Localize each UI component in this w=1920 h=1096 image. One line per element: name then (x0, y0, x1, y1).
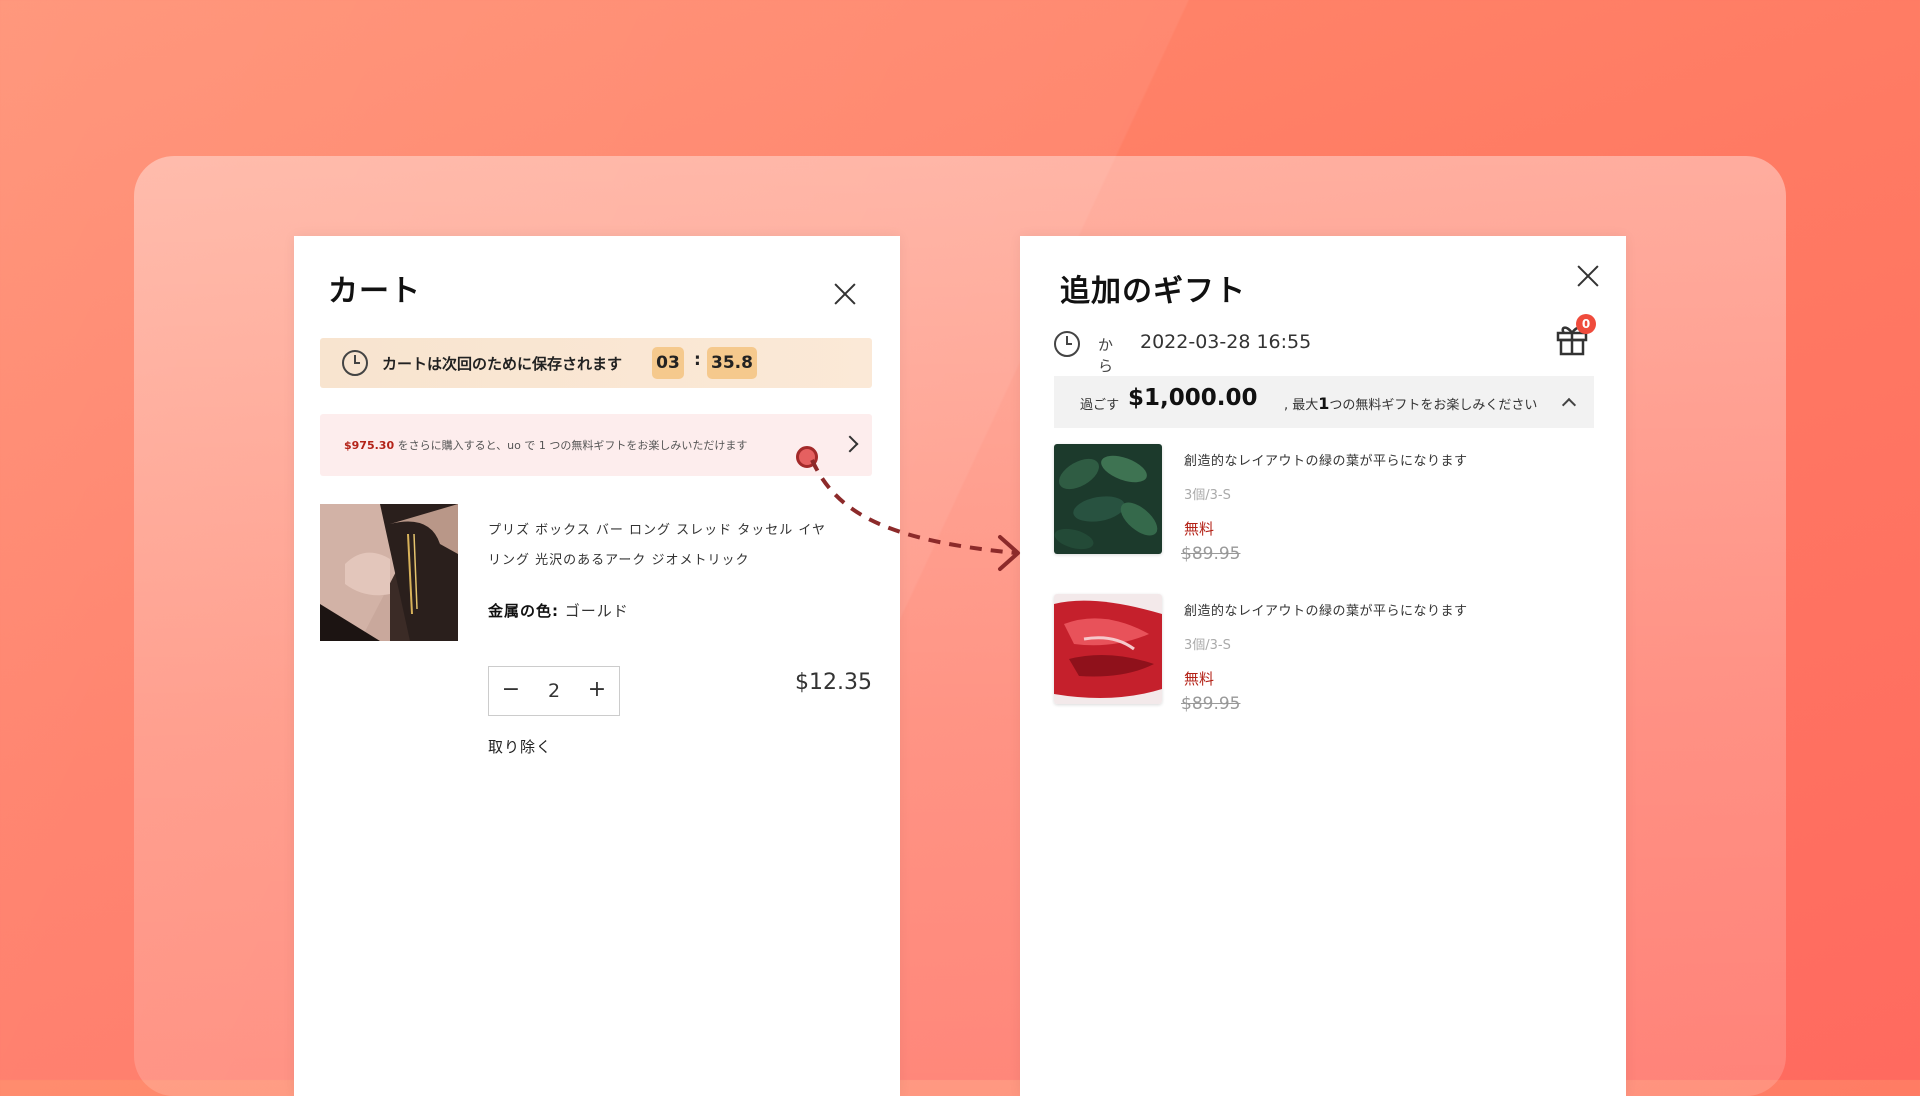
chevron-right-icon[interactable] (841, 435, 859, 453)
spend-message: , 最大1つの無料ギフトをお楽しみください (1284, 394, 1537, 413)
cart-title: カート (328, 274, 421, 309)
cart-panel: カート カートは次回のために保存されます 03 : 35.8 $975.30 を… (294, 236, 900, 1096)
gift-variant: 3個/3-S (1184, 638, 1231, 653)
gift-original-price: $89.95 (1181, 544, 1241, 564)
gift-price: 無料 (1184, 520, 1215, 538)
spend-threshold-bar[interactable]: 過ごす $1,000.00 , 最大1つの無料ギフトをお楽しみください (1054, 376, 1594, 428)
spend-prefix: 最大 (1288, 398, 1319, 413)
product-name[interactable]: プリズ ボックス バー ロング スレッド タッセル イヤリング 光沢のあるアーク… (488, 516, 828, 576)
gift-image (1054, 444, 1162, 554)
promo-amount: $975.30 (344, 439, 395, 452)
gift-item[interactable]: 創造的なレイアウトの緑の葉が平らになります 3個/3-S 無料 $89.95 (1054, 444, 1594, 574)
spend-max: 1 (1318, 394, 1330, 413)
gifts-title: 追加のギフト (1060, 274, 1246, 309)
quantity-stepper[interactable]: − 2 + (488, 666, 620, 716)
gift-item[interactable]: 創造的なレイアウトの緑の葉が平らになります 3個/3-S 無料 $89.95 (1054, 594, 1594, 724)
timer-text: カートは次回のために保存されます (382, 355, 623, 373)
timer-minutes: 03 (652, 347, 684, 379)
close-icon[interactable] (1574, 262, 1602, 290)
promo-marker-dot (796, 446, 818, 468)
gift-price: 無料 (1184, 670, 1215, 688)
gifts-panel: 追加のギフト から 2022-03-28 16:55 0 過ごす $1,000.… (1020, 236, 1626, 1096)
product-image (320, 504, 458, 641)
clock-icon (1054, 331, 1080, 357)
gift-count-badge: 0 (1576, 314, 1596, 334)
timer-separator: : (694, 350, 701, 370)
from-label: から (1098, 336, 1114, 375)
close-icon[interactable] (831, 280, 859, 308)
free-gift-promo[interactable]: $975.30 をさらに購入すると、uo で 1 つの無料ギフトをお楽しみいただ… (320, 414, 872, 476)
attr-label: 金属の色: (488, 602, 559, 620)
attr-value: ゴールド (559, 602, 629, 620)
gift-variant: 3個/3-S (1184, 488, 1231, 503)
gift-original-price: $89.95 (1181, 694, 1241, 714)
increase-button[interactable]: + (577, 667, 617, 715)
spend-label: 過ごす (1080, 398, 1120, 413)
promo-text: $975.30 をさらに購入すると、uo で 1 つの無料ギフトをお楽しみいただ… (344, 437, 747, 453)
decrease-button[interactable]: − (491, 667, 531, 715)
quantity-value[interactable]: 2 (533, 667, 575, 715)
spend-suffix: つの無料ギフトをお楽しみください (1329, 398, 1538, 413)
item-price: $12.35 (795, 670, 872, 695)
gift-image (1054, 594, 1162, 704)
clock-icon (342, 350, 368, 376)
timer-seconds: 35.8 (707, 347, 757, 379)
remove-link[interactable]: 取り除く (488, 736, 552, 757)
gift-date: 2022-03-28 16:55 (1140, 331, 1312, 353)
product-variant: 金属の色: ゴールド (488, 600, 629, 621)
chevron-up-icon[interactable] (1561, 397, 1577, 413)
gift-title: 創造的なレイアウトの緑の葉が平らになります (1184, 604, 1468, 619)
promo-message: をさらに購入すると、uo で 1 つの無料ギフトをお楽しみいただけます (394, 439, 748, 452)
cart-timer-bar: カートは次回のために保存されます 03 : 35.8 (320, 338, 872, 388)
gift-title: 創造的なレイアウトの緑の葉が平らになります (1184, 454, 1468, 469)
spend-amount: $1,000.00 (1128, 385, 1258, 411)
